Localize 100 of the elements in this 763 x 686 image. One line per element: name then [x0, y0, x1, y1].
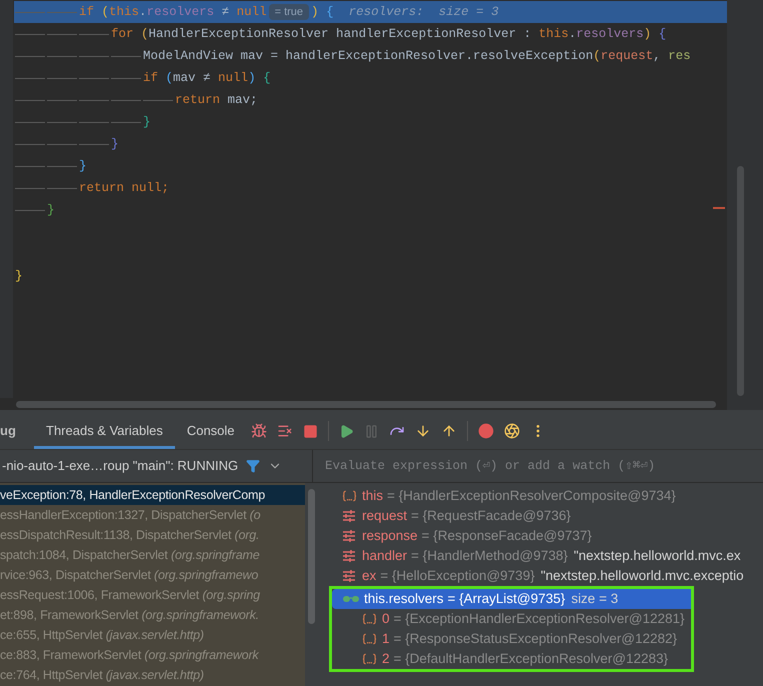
glasses-icon — [342, 595, 360, 603]
code-token: request — [600, 48, 654, 65]
variable-name: 1 — [382, 630, 390, 648]
pause-icon[interactable] — [364, 424, 379, 438]
panel-title: ug — [0, 422, 17, 440]
stack-frame[interactable]: ce:764, HttpServlet (javax.servlet.http) — [0, 665, 305, 685]
variable-row[interactable]: response = {ResponseFacade@9737} — [332, 526, 763, 546]
code-token: resolvers — [576, 26, 644, 43]
bracket: } — [47, 202, 55, 219]
stack-frame[interactable]: ce:883, FrameworkServlet (org.springframework — [0, 645, 305, 665]
variable-name: 0 — [382, 610, 390, 628]
variable-name: request — [362, 506, 408, 525]
variable-detail: size = 3 — [571, 590, 618, 608]
thread-label: -nio-auto-1-exe…roup "main": RUNNING — [2, 457, 238, 476]
sliders-icon — [342, 530, 356, 542]
variable-value: = {ExceptionHandlerExceptionResolver@12281} — [394, 610, 685, 628]
inline-hint: = true — [268, 4, 310, 20]
stack-frame[interactable]: veException:78, HandlerExceptionResolverComp — [0, 485, 305, 505]
variable-row[interactable]: 1 = {ResponseStatusExceptionResolver@12282} — [332, 629, 691, 649]
code-token: null — [236, 4, 267, 21]
variable-value: = {HelloException@9739} — [380, 566, 535, 585]
code-token: if — [79, 4, 96, 21]
mute-breakpoints-icon[interactable] — [504, 423, 520, 439]
filter-icon[interactable] — [246, 459, 260, 473]
variable-value: = {ResponseFacade@9737} — [422, 526, 592, 545]
thread-selector[interactable]: -nio-auto-1-exe…roup "main": RUNNING — [0, 450, 312, 482]
variable-value: = {ResponseStatusExceptionResolver@12282} — [394, 630, 678, 648]
variable-name: handler — [362, 546, 408, 565]
variable-value: = {RequestFacade@9736} — [411, 506, 571, 525]
code-token: . — [568, 26, 576, 43]
bracket: } — [15, 268, 23, 285]
code-token: ModelAndView mav = handlerExceptionResolver.resolveException — [143, 48, 594, 65]
braces-icon — [362, 613, 377, 625]
variable-row[interactable]: request = {RequestFacade@9736} — [332, 506, 763, 526]
horizontal-scrollbar[interactable] — [16, 400, 716, 408]
bracket: ( — [593, 48, 601, 65]
code-token: this — [109, 4, 140, 21]
stack-frame[interactable]: essRequest:1006, FrameworkServlet (org.spring — [0, 585, 305, 605]
inline-value: resolvers: size = 3 — [348, 4, 499, 21]
code-token: for — [111, 26, 135, 43]
variable-row[interactable]: this = {HandlerExceptionResolverComposite@9734} — [332, 486, 763, 506]
sliders-icon — [342, 550, 356, 562]
variable-name: this.resolvers — [364, 590, 444, 608]
variable-value: = {ArrayList@9735} — [448, 590, 566, 608]
code-token: res — [668, 48, 691, 65]
vertical-scrollbar[interactable] — [308, 489, 315, 624]
code-token: ≠ — [220, 4, 230, 21]
vertical-scrollbar[interactable] — [737, 166, 744, 396]
variable-row[interactable]: 0 = {ExceptionHandlerExceptionResolver@12281} — [332, 609, 691, 629]
code-token: return null; — [79, 180, 170, 197]
sliders-icon — [342, 570, 356, 582]
step-into-icon[interactable] — [414, 423, 431, 439]
stack-frame[interactable]: spatch:1084, DispatcherServlet (org.springframe — [0, 545, 305, 565]
stack-frame[interactable]: essHandlerException:1327, DispatcherServlet (o — [0, 505, 305, 525]
bracket: ) — [248, 70, 256, 87]
bracket: ( — [166, 70, 174, 87]
variable-value: = {HandlerMethod@9738} — [411, 546, 568, 565]
code-token: HandlerExceptionResolver handlerExceptionResolver : — [148, 26, 532, 43]
code-token: . — [139, 4, 147, 21]
variable-row[interactable]: handler = {HandlerMethod@9738} "nextstep.helloworld.mvc.ex — [332, 546, 763, 566]
variable-detail: "nextstep.helloworld.mvc.exceptio — [540, 566, 744, 585]
variable-value: = {DefaultHandlerExceptionResolver@12283} — [394, 650, 668, 668]
code-token: mav; — [226, 92, 258, 109]
bracket: { — [658, 26, 666, 43]
bracket: ) — [644, 26, 652, 43]
tab[interactable]: Console — [174, 415, 247, 449]
code-token: null — [218, 70, 248, 87]
bracket: { — [325, 4, 334, 21]
stack-frame[interactable]: rvice:963, DispatcherServlet (org.springframewo — [0, 565, 305, 585]
bracket: ) — [311, 4, 319, 21]
variable-value: = {HandlerExceptionResolverComposite@9734} — [387, 486, 676, 505]
braces-icon — [362, 633, 377, 645]
breakpoint-icon[interactable] — [478, 423, 494, 439]
bug-icon[interactable] — [250, 423, 267, 439]
variable-name: ex — [362, 566, 376, 585]
bracket: } — [111, 136, 119, 153]
code-token: resolvers — [146, 4, 214, 21]
stack-frame[interactable]: et:898, FrameworkServlet (org.springframework. — [0, 605, 305, 625]
code-token: if — [143, 70, 160, 87]
code-token: return — [175, 92, 220, 109]
stop-icon[interactable] — [302, 424, 318, 438]
braces-icon — [362, 653, 377, 665]
variable-row[interactable]: this.resolvers = {ArrayList@9735} size = 3 — [332, 589, 691, 609]
variable-detail: "nextstep.helloworld.mvc.ex — [574, 546, 741, 565]
variable-name: 2 — [382, 650, 390, 668]
variable-row[interactable]: 2 = {DefaultHandlerExceptionResolver@12283} — [332, 649, 691, 669]
resume-icon[interactable] — [338, 424, 354, 438]
braces-icon — [342, 490, 357, 502]
stack-frame[interactable]: essDispatchResult:1138, DispatcherServlet (org. — [0, 525, 305, 545]
code-token: mav ≠ — [173, 70, 212, 87]
bracket: ( — [102, 4, 110, 21]
evaluate-field[interactable]: Evaluate expression (⏎) or add a watch (⇧⌘⏎) — [312, 450, 763, 482]
code-token: , — [653, 48, 662, 65]
clear-list-icon[interactable] — [276, 423, 293, 439]
stack-frame[interactable]: ce:655, HttpServlet (javax.servlet.http) — [0, 625, 305, 645]
variable-row[interactable]: ex = {HelloException@9739} "nextstep.helloworld.mvc.exceptio — [332, 566, 763, 586]
bracket: ( — [141, 26, 149, 43]
error-marker — [713, 207, 725, 209]
step-out-icon[interactable] — [440, 423, 457, 439]
bracket: } — [143, 114, 151, 131]
